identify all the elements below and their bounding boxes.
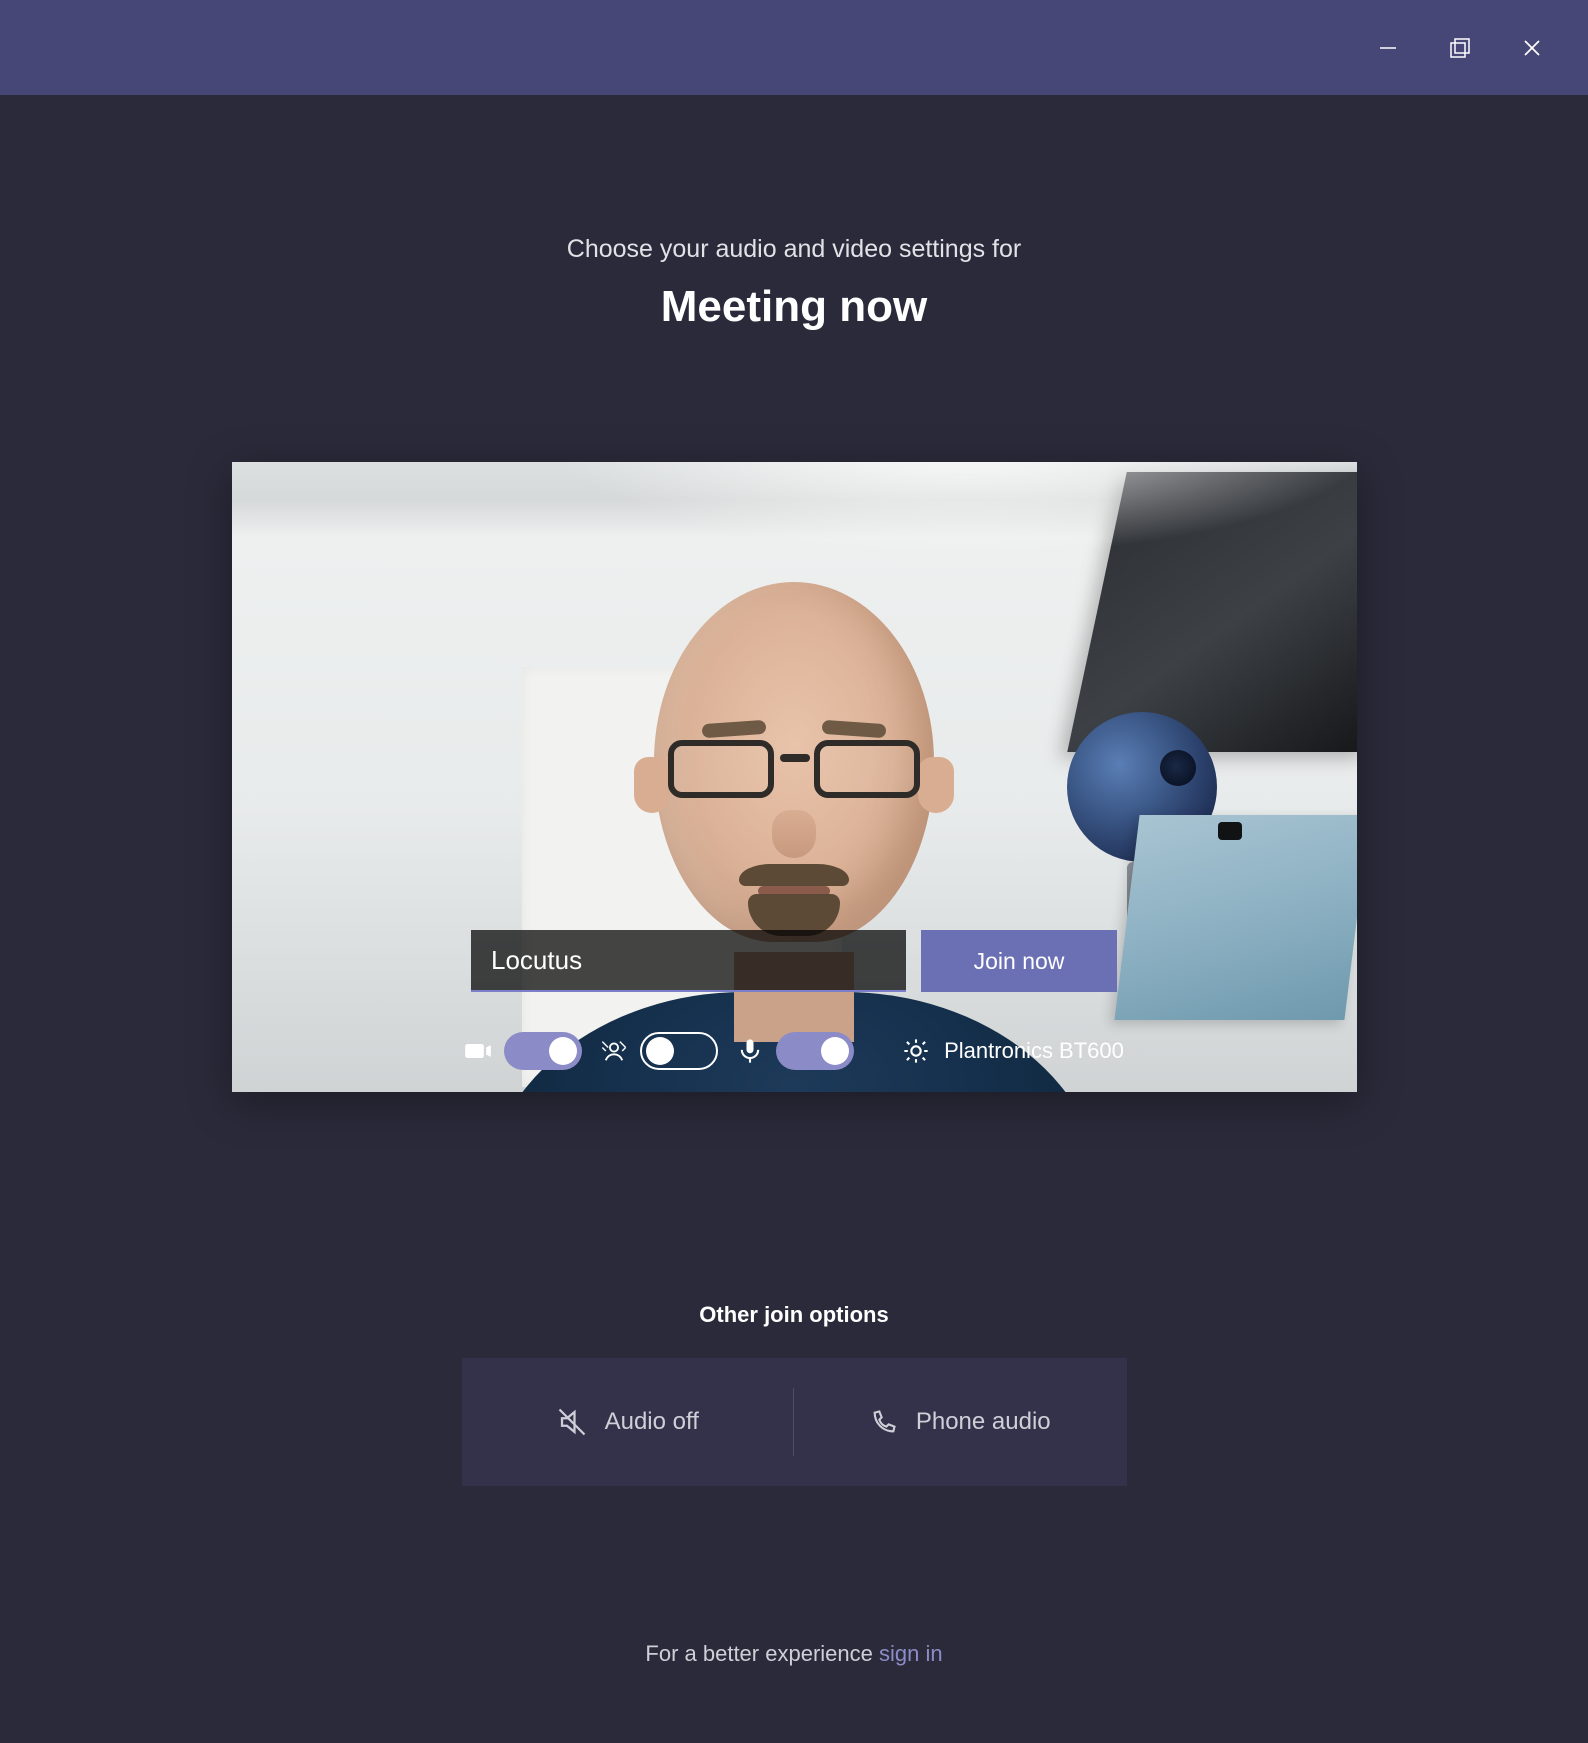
other-options-row: Audio off Phone audio bbox=[462, 1358, 1127, 1486]
footer-text: For a better experience sign in bbox=[645, 1641, 942, 1667]
toggle-row: Plantronics BT600 bbox=[232, 1032, 1357, 1070]
audio-off-button[interactable]: Audio off bbox=[462, 1358, 795, 1486]
join-controls: Join now bbox=[471, 930, 1117, 992]
phone-audio-label: Phone audio bbox=[916, 1408, 1051, 1436]
camera-icon bbox=[464, 1037, 492, 1065]
phone-icon bbox=[870, 1408, 898, 1436]
mic-toggle[interactable] bbox=[776, 1032, 854, 1070]
camera-toggle-group bbox=[464, 1032, 582, 1070]
background-effects-icon bbox=[600, 1037, 628, 1065]
sign-in-link[interactable]: sign in bbox=[879, 1641, 943, 1666]
join-now-button[interactable]: Join now bbox=[921, 930, 1117, 992]
phone-audio-button[interactable]: Phone audio bbox=[794, 1358, 1127, 1486]
main-content: Choose your audio and video settings for… bbox=[0, 95, 1588, 1667]
video-preview: Join now bbox=[232, 462, 1357, 1092]
close-button[interactable] bbox=[1496, 13, 1568, 83]
device-label: Plantronics BT600 bbox=[944, 1038, 1124, 1064]
titlebar bbox=[0, 0, 1588, 95]
camera-toggle[interactable] bbox=[504, 1032, 582, 1070]
audio-off-label: Audio off bbox=[605, 1408, 699, 1436]
background-toggle-group bbox=[600, 1032, 718, 1070]
preview-scene bbox=[232, 462, 1357, 1092]
gear-icon bbox=[902, 1037, 930, 1065]
person-silhouette bbox=[484, 582, 1104, 1092]
other-options-title: Other join options bbox=[699, 1302, 888, 1328]
subtitle: Choose your audio and video settings for bbox=[567, 235, 1021, 264]
device-settings[interactable]: Plantronics BT600 bbox=[902, 1037, 1124, 1065]
mic-toggle-group bbox=[736, 1032, 854, 1070]
maximize-icon bbox=[1449, 37, 1471, 59]
audio-off-icon bbox=[557, 1407, 587, 1437]
background-toggle[interactable] bbox=[640, 1032, 718, 1070]
minimize-icon bbox=[1378, 38, 1398, 58]
page-title: Meeting now bbox=[661, 282, 927, 332]
microphone-icon bbox=[736, 1037, 764, 1065]
maximize-button[interactable] bbox=[1424, 13, 1496, 83]
close-icon bbox=[1522, 38, 1542, 58]
name-input[interactable] bbox=[471, 930, 906, 992]
minimize-button[interactable] bbox=[1352, 13, 1424, 83]
